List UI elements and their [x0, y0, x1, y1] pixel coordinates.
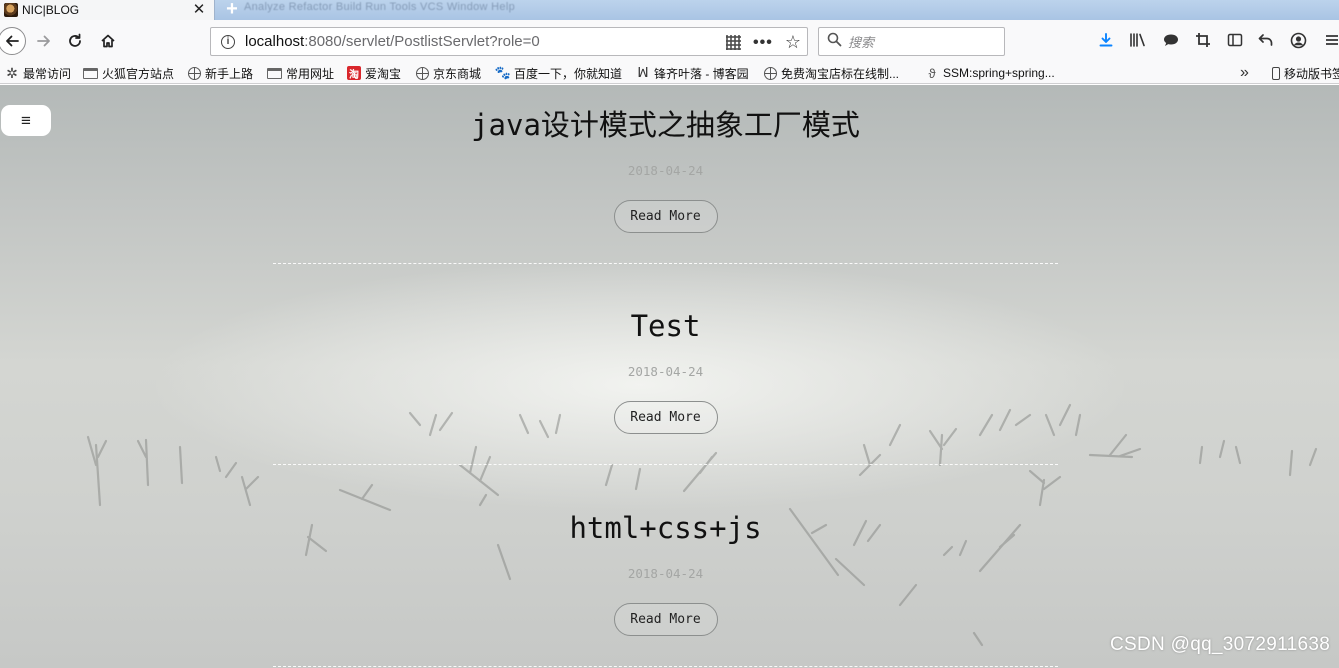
bookmark-jd[interactable]: 京东商城	[416, 65, 481, 81]
taobao-icon: 淘	[347, 66, 361, 81]
site-favicon-icon	[4, 3, 18, 17]
post-item: java设计模式之抽象工厂模式 2018-04-24 Read More	[273, 105, 1058, 264]
arrow-left-icon	[6, 35, 19, 47]
screenshot-icon[interactable]	[1193, 32, 1213, 52]
search-icon	[827, 32, 842, 51]
back-button[interactable]	[0, 27, 26, 55]
folder-icon	[83, 67, 98, 79]
post-divider	[273, 263, 1058, 264]
globe-icon	[764, 66, 777, 80]
post-title[interactable]: Test	[273, 306, 1058, 346]
library-icon[interactable]	[1128, 32, 1148, 52]
bookmark-star-icon[interactable]: ☆	[785, 32, 801, 53]
home-icon	[101, 34, 115, 48]
url-host: localhost	[245, 33, 305, 50]
bookmark-baidu[interactable]: 🐾 百度一下，你就知道	[494, 65, 623, 81]
bookmark-label: 最常访问	[23, 66, 72, 81]
post-item: Test 2018-04-24 Read More	[273, 306, 1058, 465]
bookmark-label: SSM:spring+spring...	[943, 66, 1055, 80]
tab-strip: NIC|BLOG ✕ + Analyze Refactor Build Run …	[0, 0, 1339, 20]
url-actions: ••• ☆	[726, 32, 801, 53]
bookmark-label: 百度一下，你就知道	[514, 66, 623, 81]
mobile-bookmarks[interactable]: 移动版书签	[1272, 65, 1339, 82]
globe-icon	[416, 66, 429, 80]
post-date: 2018-04-24	[627, 163, 704, 178]
mobile-bookmarks-label: 移动版书签	[1284, 67, 1339, 81]
new-tab-button[interactable]: +	[222, 0, 242, 20]
bookmarks-overflow-button[interactable]: »	[1240, 64, 1249, 82]
tab-title: NIC|BLOG	[22, 3, 80, 17]
search-bar[interactable]: 搜索	[818, 27, 1005, 56]
folder-icon	[267, 67, 282, 79]
post-title[interactable]: html+css+js	[273, 508, 1058, 548]
bookmark-taobao-logo-maker[interactable]: 免费淘宝店标在线制...	[764, 65, 899, 81]
undo-icon[interactable]	[1256, 32, 1276, 52]
bookmark-label: 常用网址	[286, 66, 335, 81]
bookmark-aitaobao[interactable]: 淘 爱淘宝	[347, 65, 401, 81]
bookmark-label: 新手上路	[205, 66, 254, 81]
bookmark-label: 免费淘宝店标在线制...	[781, 66, 900, 81]
blog-icon: ꟽ	[637, 65, 649, 80]
tab-active[interactable]: NIC|BLOG ✕	[0, 0, 215, 20]
baidu-paw-icon: 🐾	[494, 65, 512, 80]
menu-toggle-button[interactable]: ≡	[1, 105, 51, 136]
post-date: 2018-04-24	[627, 566, 704, 581]
csdn-icon: ϑ	[928, 65, 936, 81]
close-tab-icon[interactable]: ✕	[190, 1, 208, 19]
bookmark-label: 火狐官方站点	[102, 66, 175, 81]
gear-icon: ✲	[6, 64, 18, 81]
read-more-button[interactable]: Read More	[613, 401, 718, 434]
post-title[interactable]: java设计模式之抽象工厂模式	[273, 105, 1058, 145]
forward-button[interactable]	[31, 28, 57, 54]
home-button[interactable]	[95, 28, 121, 54]
arrow-right-icon	[37, 35, 50, 47]
bookmark-label: 锋齐叶落 - 博客园	[654, 66, 749, 81]
page-actions-icon[interactable]: •••	[753, 34, 773, 52]
bookmark-common-sites[interactable]: 常用网址	[267, 65, 334, 81]
read-more-button[interactable]: Read More	[613, 603, 718, 636]
bookmark-cnblogs[interactable]: ꟽ 锋齐叶落 - 博客园	[636, 65, 749, 81]
globe-icon	[188, 66, 201, 80]
bookmarks-toolbar: ✲ 最常访问 火狐官方站点 新手上路 常用网址 淘 爱淘宝 京东商城 🐾 百度一…	[0, 62, 1339, 84]
bookmark-ssm[interactable]: ϑ SSM:spring+spring...	[925, 65, 1055, 81]
site-info-icon[interactable]: i	[221, 34, 235, 49]
csdn-watermark: CSDN @qq_3072911638	[1110, 634, 1331, 655]
menu-icon[interactable]	[1322, 32, 1339, 52]
background-window-menu: Analyze Refactor Build Run Tools VCS Win…	[244, 1, 515, 13]
reload-button[interactable]	[62, 28, 88, 54]
navigation-toolbar: i localhost:8080/servlet/PostlistServlet…	[0, 20, 1339, 62]
post-divider	[273, 464, 1058, 465]
post-date: 2018-04-24	[627, 364, 704, 379]
post-divider	[273, 666, 1058, 667]
bookmark-most-visited[interactable]: ✲ 最常访问	[5, 65, 71, 81]
reload-icon	[69, 33, 81, 47]
bookmark-firefox-site[interactable]: 火狐官方站点	[83, 65, 174, 81]
url-path: :8080/servlet/PostlistServlet?role=0	[304, 33, 540, 50]
download-icon[interactable]	[1096, 32, 1116, 52]
page-viewport: ≡ java设计模式之抽象工厂模式 2018-04-24 Read More T…	[0, 85, 1339, 668]
sidebar-icon[interactable]	[1225, 32, 1245, 52]
bookmark-getting-started[interactable]: 新手上路	[188, 65, 253, 81]
search-placeholder: 搜索	[848, 35, 875, 50]
bookmark-label: 爱淘宝	[365, 66, 402, 81]
chat-icon[interactable]	[1161, 32, 1181, 52]
phone-icon	[1272, 67, 1280, 80]
post-item: html+css+js 2018-04-24 Read More	[273, 508, 1058, 667]
bookmark-label: 京东商城	[433, 66, 482, 81]
qr-code-icon[interactable]	[726, 35, 742, 50]
account-icon[interactable]	[1288, 32, 1308, 52]
url-bar[interactable]: i localhost:8080/servlet/PostlistServlet…	[210, 27, 808, 56]
read-more-button[interactable]: Read More	[613, 200, 718, 233]
